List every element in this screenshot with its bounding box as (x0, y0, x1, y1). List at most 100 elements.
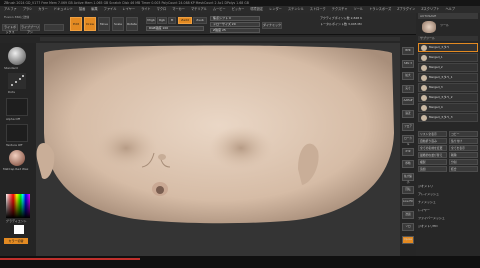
menu-item[interactable]: ファイル (104, 6, 117, 13)
menu-item[interactable]: ストローク (310, 6, 326, 13)
subtool-row[interactable]: Merged_1 (418, 53, 478, 62)
alpha-label: Alpha Off (6, 117, 20, 121)
menu-item[interactable]: マクロ (157, 6, 167, 13)
shelf-button[interactable]: Xpose (402, 236, 414, 244)
viewport-canvas[interactable] (36, 43, 400, 256)
subtool-action-button[interactable]: 自動折り畳み (418, 138, 447, 144)
subtool-action-button[interactable]: 追加 (418, 166, 447, 172)
menu-item[interactable]: レイヤー (122, 6, 135, 13)
shelf-button[interactable]: フロア (402, 122, 414, 131)
color-picker[interactable] (6, 194, 30, 218)
menu-item[interactable]: Zプラグイン (397, 6, 415, 13)
switch-color-button[interactable]: カラー切替 (4, 238, 28, 244)
subtool-row[interactable]: Merged_スタペ_3 (418, 113, 478, 122)
lightbox-button[interactable]: ライトボックス (2, 24, 18, 34)
subtool-action-button[interactable]: 削除 (449, 152, 478, 158)
shelf-button[interactable]: AAHalf (402, 97, 414, 106)
menu-item[interactable]: マテリアル (191, 6, 207, 13)
shelf-button[interactable]: XYZ (402, 147, 414, 156)
tool-section-header[interactable]: ファイバーメッシュ (418, 215, 478, 221)
subtool-thumbnail (421, 105, 427, 111)
focal-shift-slider[interactable]: 焦点シフト 0 (210, 16, 260, 21)
menu-item[interactable]: ムービー (213, 6, 226, 13)
menu-item[interactable]: 環境設定 (250, 6, 263, 13)
zsub-button[interactable]: Zsub (193, 17, 207, 24)
subtool-row[interactable]: Merged_3 (418, 83, 478, 92)
shelf-button[interactable]: ソロ (402, 223, 414, 232)
subtool-action-button[interactable]: 分割 (449, 159, 478, 165)
shelf-button[interactable]: 実寸 (402, 84, 414, 93)
brush-thumbnail[interactable] (8, 47, 26, 65)
material-thumbnail[interactable] (9, 150, 25, 166)
menu-item[interactable]: Zスクリプト (421, 6, 439, 13)
subtool-row[interactable]: Merged_4 (418, 103, 478, 112)
subtool-action-button[interactable]: コピー (449, 131, 478, 137)
subtool-action-button[interactable]: 全てを表示 (449, 145, 478, 151)
menu-item[interactable]: テクスチャ (332, 6, 348, 13)
dynamic-button[interactable]: ダイナミック (262, 22, 282, 29)
stroke-thumbnail[interactable] (8, 73, 26, 89)
menu-item[interactable]: 描画 (79, 6, 85, 13)
stroke-label: Dots (8, 90, 15, 94)
tool-section-header[interactable]: レイヤー (418, 207, 478, 213)
tool-section-header[interactable]: ジオメトリHD (418, 223, 478, 229)
tool-section-header[interactable]: アレイメッシュ (418, 191, 478, 197)
main-color-swatch[interactable] (14, 225, 24, 234)
alpha-thumbnail[interactable] (6, 98, 28, 116)
menu-item[interactable]: レンダー (269, 6, 282, 13)
material-label: MatCap Red Wax (3, 167, 29, 171)
subtool-row[interactable]: Merged_スタペ_2 (418, 93, 478, 102)
menu-item[interactable]: ヘルプ (445, 6, 455, 13)
menu-item[interactable]: ドキュメント (54, 6, 73, 13)
menu-item[interactable]: ライト (141, 6, 151, 13)
subtool-row[interactable]: Merged_スタペ_1 (418, 73, 478, 82)
shelf-button[interactable]: BPR (402, 47, 414, 55)
shelf-button[interactable]: 拡大縮小 (402, 173, 414, 184)
shelf-button[interactable]: 遠近 (402, 110, 414, 118)
rgb-intensity-slider[interactable]: RGB強度 100 (146, 26, 204, 31)
subtool-label: Merged_スタペ (429, 45, 450, 49)
move-button[interactable]: Move (98, 17, 110, 31)
menu-item[interactable]: ステンシル (288, 6, 304, 13)
menu-item[interactable]: カラー (38, 6, 48, 13)
menu-item[interactable]: アルファ (4, 6, 17, 13)
texture-thumbnail[interactable] (6, 124, 28, 142)
menu-item[interactable]: ブラシ (23, 6, 33, 13)
tool-section-header[interactable]: ナノメッシュ (418, 199, 478, 205)
subtool-action-button[interactable]: 結合 (449, 166, 478, 172)
shelf-button[interactable]: 透過 (402, 210, 414, 219)
m-button[interactable]: M (168, 17, 176, 24)
subtool-title[interactable]: サブツール (418, 36, 478, 41)
subtool-action-button[interactable]: 複製 (418, 159, 447, 165)
menu-item[interactable]: ピッカー (232, 6, 245, 13)
shelf-button[interactable]: 回転 (402, 185, 414, 194)
menu-item[interactable]: トランスポーズ (369, 6, 391, 13)
shelf-button[interactable]: 移動 (402, 160, 414, 169)
subtool-action-button[interactable]: 貼り付け (449, 138, 478, 144)
ghost-button[interactable] (44, 24, 64, 31)
subtool-action-button[interactable]: 全ての名前を変更 (418, 145, 447, 151)
tool-section-header[interactable]: ジオメトリ (418, 183, 478, 189)
subtool-action-button[interactable]: リスト全表示 (418, 131, 447, 137)
shelf-button[interactable]: Line Fill (402, 198, 414, 207)
edit-button[interactable]: Edit (70, 17, 82, 31)
tool-thumbnail[interactable] (422, 21, 436, 33)
subtool-action-button[interactable]: 最終的な並び替え (418, 152, 447, 158)
shelf-button[interactable]: SPix 3 (402, 59, 414, 68)
scale-button[interactable]: Scale (112, 17, 124, 31)
zadd-button[interactable]: Zadd (178, 17, 192, 24)
shelf-button[interactable]: 拡大 (402, 72, 414, 81)
subtool-row[interactable]: Merged_スタペ (418, 43, 478, 52)
menu-item[interactable]: 編集 (91, 6, 97, 13)
menu-item[interactable]: マーカー (172, 6, 185, 13)
live-boolean-button[interactable]: ライブブーリアン (20, 24, 40, 34)
subtool-row[interactable]: Merged_2 (418, 63, 478, 72)
menu-item[interactable]: ツール (354, 6, 364, 13)
draw-size-slider[interactable]: ドローサイズ 20 (210, 22, 260, 27)
z-intensity-slider[interactable]: Z強度 25 (210, 28, 260, 33)
draw-button[interactable]: Draw (84, 17, 96, 31)
rotate-button[interactable]: Rotate (126, 17, 138, 31)
rgb-button[interactable]: Rgb (157, 17, 167, 24)
mrgb-button[interactable]: Mrgb (146, 17, 156, 24)
shelf-button[interactable]: ローカル (402, 135, 414, 146)
